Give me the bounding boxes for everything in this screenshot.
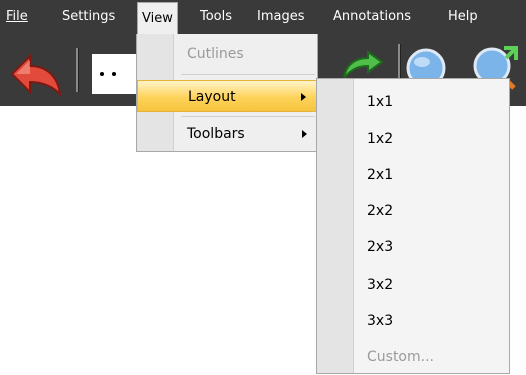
undo-button[interactable] (8, 52, 64, 100)
layout-option-label: 2x3 (367, 239, 394, 255)
menu-annotations[interactable]: Annotations (329, 6, 415, 28)
menu-separator (181, 74, 315, 75)
layout-option-label: 3x3 (367, 313, 394, 329)
redo-arrow-icon (342, 50, 384, 82)
menu-view-label: View (142, 11, 173, 26)
menu-file-label: File (6, 9, 28, 24)
layout-option-1x1[interactable]: 1x1 (317, 84, 509, 120)
menu-view[interactable]: View (137, 2, 178, 34)
menu-settings[interactable]: Settings (58, 6, 119, 28)
layout-option-2x3[interactable]: 2x3 (317, 229, 509, 265)
layout-option-2x2[interactable]: 2x2 (317, 193, 509, 229)
menu-help[interactable]: Help (444, 6, 482, 28)
view-menu-toolbars-label: Toolbars (187, 126, 245, 142)
menu-separator (181, 116, 315, 117)
layout-option-label: 1x2 (367, 131, 394, 147)
toolbar-separator (76, 48, 79, 92)
undo-arrow-icon (10, 53, 62, 97)
menu-images[interactable]: Images (253, 6, 309, 28)
layout-option-2x1[interactable]: 2x1 (317, 157, 509, 193)
menu-tools-label: Tools (200, 9, 233, 24)
dots-icon (92, 54, 138, 94)
menu-help-label: Help (448, 9, 478, 24)
layout-option-label: 3x2 (367, 277, 394, 293)
layout-option-label: Custom... (367, 349, 434, 365)
menu-tools[interactable]: Tools (196, 6, 236, 28)
view-menu-cutlines[interactable]: Cutlines (137, 38, 317, 70)
layout-option-custom[interactable]: Custom... (317, 339, 509, 375)
menu-file[interactable]: File (2, 6, 32, 28)
menu-annotations-label: Annotations (333, 9, 412, 24)
submenu-arrow-icon (302, 130, 307, 138)
menu-settings-label: Settings (62, 9, 116, 24)
layout-option-3x2[interactable]: 3x2 (317, 267, 509, 303)
dots-button[interactable] (92, 54, 138, 94)
menubar: File Settings View Tools Images Annotati… (0, 0, 526, 34)
layout-option-label: 2x1 (367, 167, 394, 183)
view-menu-layout[interactable]: Layout (137, 80, 317, 112)
view-menu-layout-label: Layout (188, 89, 236, 105)
view-menu-dropdown: Cutlines Layout Toolbars (136, 34, 318, 152)
layout-option-3x3[interactable]: 3x3 (317, 303, 509, 339)
menu-images-label: Images (257, 9, 305, 24)
view-menu-toolbars[interactable]: Toolbars (137, 118, 317, 150)
layout-option-label: 2x2 (367, 203, 394, 219)
layout-option-1x2[interactable]: 1x2 (317, 121, 509, 157)
submenu-arrow-icon (301, 93, 306, 101)
layout-option-label: 1x1 (367, 94, 394, 110)
layout-submenu: 1x1 1x2 2x1 2x2 2x3 3x2 3x3 Custom... (316, 78, 510, 374)
view-menu-cutlines-label: Cutlines (187, 46, 244, 62)
